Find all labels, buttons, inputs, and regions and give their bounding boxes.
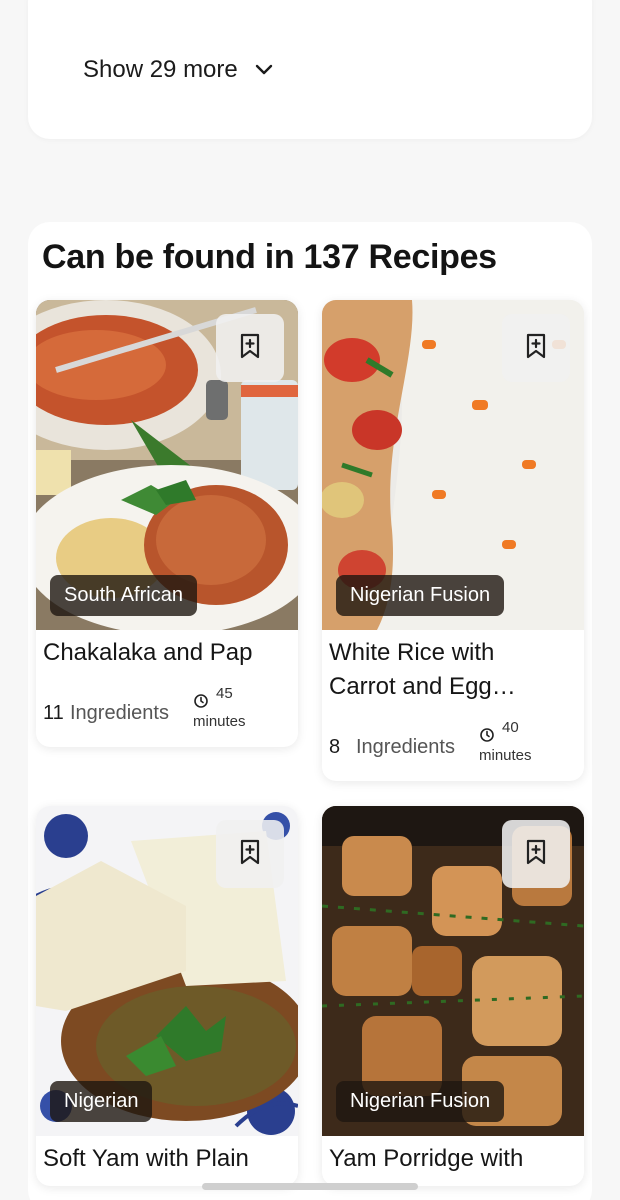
time-unit: minutes [479, 747, 532, 764]
ingredient-count: 11 [43, 702, 64, 724]
recipe-meta: 8 Ingredients 40 minutes [329, 719, 579, 781]
ingredients-label: Ingredients [356, 736, 455, 758]
recipe-title: Chakalaka and Pap [43, 639, 253, 666]
bookmark-plus-icon [524, 839, 548, 870]
bookmark-button[interactable] [502, 820, 570, 888]
home-indicator[interactable] [202, 1183, 418, 1190]
bookmark-plus-icon [238, 839, 262, 870]
time-value: 45 [216, 685, 233, 702]
cuisine-tag: Nigerian Fusion [336, 575, 505, 616]
cuisine-tag: Nigerian Fusion [336, 1081, 505, 1122]
time-unit: minutes [193, 713, 246, 730]
recipe-card[interactable]: South African Chakalaka and Pap 11 Ingre… [36, 300, 298, 747]
cuisine-tag: South African [50, 575, 197, 616]
bookmark-plus-icon [524, 333, 548, 364]
bookmark-button[interactable] [216, 820, 284, 888]
ingredient-count: 8 [329, 736, 341, 758]
recipe-card[interactable]: Nigerian Soft Yam with Plain [36, 806, 298, 1186]
chevron-down-icon [254, 63, 274, 77]
show-more-button[interactable]: Show 29 more [83, 54, 274, 86]
recipe-card[interactable]: Nigerian Fusion Yam Porridge with [322, 806, 584, 1186]
recipe-title: White Rice with Carrot and Egg… [329, 639, 516, 700]
bookmark-plus-icon [238, 333, 262, 364]
time-value: 40 [502, 719, 519, 736]
recipe-title: Yam Porridge with [329, 1145, 524, 1172]
ingredients-label: Ingredients [70, 702, 169, 724]
bookmark-button[interactable] [216, 314, 284, 382]
clock-icon [193, 693, 209, 714]
show-more-label: Show 29 more [83, 56, 238, 83]
recipe-title: Soft Yam with Plain [43, 1145, 249, 1172]
bookmark-button[interactable] [502, 314, 570, 382]
recipe-card[interactable]: Nigerian Fusion White Rice with Carrot a… [322, 300, 584, 781]
recipe-meta: 11 Ingredients 45 minutes [43, 685, 293, 747]
section-title: Can be found in 137 Recipes [42, 238, 497, 276]
clock-icon [479, 727, 495, 748]
cuisine-tag: Nigerian [50, 1081, 153, 1122]
